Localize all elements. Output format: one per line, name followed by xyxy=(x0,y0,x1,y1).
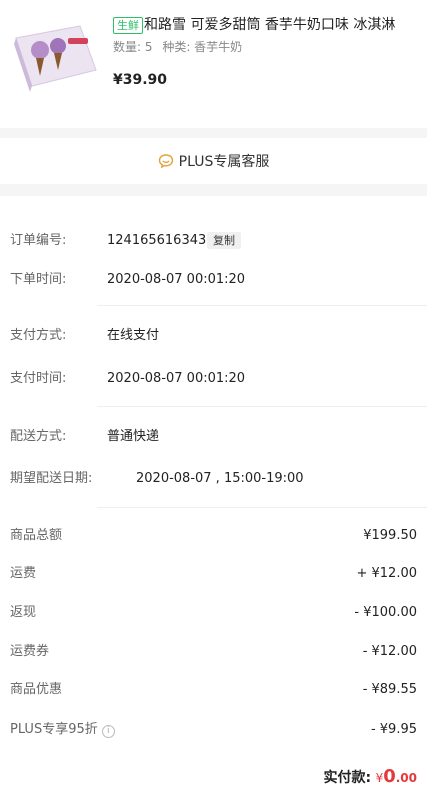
amount-row: 运费 + ¥12.00 xyxy=(10,565,417,583)
plus-service-button[interactable]: PLUS专属客服 xyxy=(0,138,427,184)
amount-label-wrap: PLUS专享95折 i xyxy=(10,721,115,739)
ship-method-label: 配送方式: xyxy=(10,429,67,444)
copy-order-number-button[interactable]: 复制 xyxy=(207,232,241,249)
pay-time-value: 2020-08-07 00:01:20 xyxy=(107,371,246,386)
product-spec: 数量: 5 种类: 香芋牛奶 xyxy=(113,39,248,55)
plus-service-label: PLUS专属客服 xyxy=(178,154,270,170)
product-quantity: 数量: 5 xyxy=(113,40,153,54)
pay-method-label: 支付方式: xyxy=(10,328,67,343)
amount-value: - ¥100.00 xyxy=(354,605,417,620)
order-placed-value: 2020-08-07 00:01:20 xyxy=(107,272,246,287)
amount-row: PLUS专享95折 i - ¥9.95 xyxy=(10,721,417,739)
amount-label: PLUS专享95折 xyxy=(10,722,98,737)
amount-value: - ¥89.55 xyxy=(362,682,417,697)
amount-row: 商品优惠 - ¥89.55 xyxy=(10,681,417,699)
amount-label: 运费 xyxy=(10,566,37,581)
amount-value: + ¥12.00 xyxy=(356,566,417,581)
paid-amount: 实付款: ¥0.00 xyxy=(324,766,418,789)
fresh-tag: 生鲜 xyxy=(113,17,143,34)
expected-date-value: 2020-08-07 , 15:00-19:00 xyxy=(136,471,304,486)
expected-date-label: 期望配送日期: xyxy=(10,471,93,486)
amount-row: 商品总额 ¥199.50 xyxy=(10,527,417,545)
paid-integer: 0 xyxy=(383,766,396,787)
amount-label: 商品优惠 xyxy=(10,682,63,697)
amount-value: - ¥12.00 xyxy=(362,644,417,659)
pay-method-value: 在线支付 xyxy=(107,328,160,343)
order-info-panel: 订单编号: 124165616343 复制 下单时间: 2020-08-07 0… xyxy=(0,196,427,800)
product-variant: 种类: 香芋牛奶 xyxy=(162,40,243,54)
paid-label: 实付款: xyxy=(323,770,372,786)
amount-label: 商品总额 xyxy=(10,528,63,543)
ice-cream-box-image xyxy=(14,25,97,92)
ship-method-value: 普通快递 xyxy=(107,429,160,444)
pay-time-label: 支付时间: xyxy=(10,371,67,386)
product-price: ¥39.90 xyxy=(113,72,168,88)
divider xyxy=(97,507,427,508)
amount-value: - ¥9.95 xyxy=(370,722,417,737)
product-title: 和路雪 可爱多甜筒 香芋牛奶口味 冰淇淋 xyxy=(144,17,396,33)
order-placed-label: 下单时间: xyxy=(10,272,67,287)
chat-bubble-icon xyxy=(158,154,173,169)
amount-row: 返现 - ¥100.00 xyxy=(10,604,417,622)
paid-decimal: .00 xyxy=(395,771,417,785)
order-number-value: 124165616343 xyxy=(107,233,207,248)
amount-label: 返现 xyxy=(10,605,37,620)
info-icon[interactable]: i xyxy=(101,725,115,738)
amount-label: 运费券 xyxy=(10,644,50,659)
order-number-label: 订单编号: xyxy=(10,233,67,248)
amount-row: 运费券 - ¥12.00 xyxy=(10,643,417,661)
divider xyxy=(97,305,427,306)
product-card[interactable]: 生鲜 和路雪 可爱多甜筒 香芋牛奶口味 冰淇淋 数量: 5 种类: 香芋牛奶 ¥… xyxy=(0,0,427,128)
amount-value: ¥199.50 xyxy=(363,528,417,543)
divider xyxy=(97,406,427,407)
